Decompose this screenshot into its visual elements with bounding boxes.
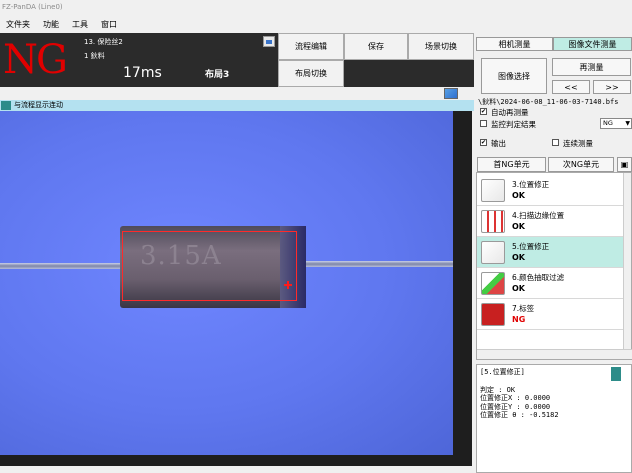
viewer-bottom-bar <box>0 455 453 466</box>
image-toolbar <box>0 87 474 100</box>
next-image-button[interactable]: >> <box>593 80 631 94</box>
remeasure-button[interactable]: 再测量 <box>552 58 631 76</box>
scene-switch-button[interactable]: 场景切换 <box>408 33 474 60</box>
list-item[interactable]: 7.标签 NG <box>477 299 624 330</box>
window-title: FZ-PanDA (Line0) <box>0 0 632 15</box>
menu-window[interactable]: 窗口 <box>101 19 117 30</box>
image-viewer[interactable]: 3.15A <box>0 111 472 466</box>
edge-scan-icon <box>481 210 505 233</box>
list-item[interactable]: 5.位置修正 OK <box>477 237 624 268</box>
camera-image: 3.15A <box>0 111 453 455</box>
save-button[interactable]: 保存 <box>344 33 408 60</box>
window-color-icon <box>1 101 11 110</box>
scene-name: 13. 保险丝2 <box>84 38 123 46</box>
lead-wire-right <box>300 261 453 267</box>
viewer-scroll-area <box>453 111 472 455</box>
position-correction-icon <box>481 241 505 264</box>
detail-header: [5.位置修正] <box>480 368 525 376</box>
scene-number: 1 鈥料 <box>84 52 105 60</box>
continuous-label: 连续测量 <box>563 139 593 148</box>
layout-switch-button[interactable]: 布局切换 <box>278 60 344 87</box>
prev-image-button[interactable]: << <box>552 80 590 94</box>
measurement-region <box>122 231 297 301</box>
detail-panel: [5.位置修正] 判定 : OK 位置修正X : 0.0000 位置修正Y : … <box>476 364 632 473</box>
output-checkbox[interactable]: ✔ <box>480 139 487 146</box>
tab-camera-measure[interactable]: 相机测量 <box>476 37 553 51</box>
image-select-button[interactable]: 图像选择 <box>481 58 547 94</box>
flow-edit-button[interactable]: 流程编辑 <box>278 33 344 60</box>
first-ng-unit-button[interactable]: 首NG单元 <box>477 157 546 172</box>
menu-bar: 文件夹 功能 工具 窗口 <box>0 15 632 33</box>
image-display-icon[interactable] <box>263 36 275 47</box>
next-ng-unit-button[interactable]: 次NG单元 <box>548 157 614 172</box>
list-item[interactable]: 6.颜色抽取过滤 OK <box>477 268 624 299</box>
detail-pos-x: 位置修正X : 0.0000 <box>480 394 551 402</box>
zoom-icon[interactable] <box>444 88 458 99</box>
image-window-title: 与流程显示连动 <box>0 100 474 111</box>
color-filter-icon <box>481 272 505 295</box>
unit-list-scrollbar[interactable] <box>623 173 631 349</box>
detail-scrollbar[interactable] <box>611 367 621 381</box>
layout-label: 布局3 <box>205 70 230 80</box>
monitor-result-select[interactable]: NG <box>600 118 632 129</box>
image-window-label: 与流程显示连动 <box>14 101 63 109</box>
detail-pos-theta: 位置修正 θ : -0.5182 <box>480 411 559 419</box>
position-marker <box>284 281 292 289</box>
judgement-indicator: NG <box>3 37 68 83</box>
menu-tools[interactable]: 工具 <box>72 19 88 30</box>
unit-list[interactable]: 3.位置修正 OK 4.扫描边缘位置 OK 5.位置修正 OK 6.颜色抽取过滤… <box>476 172 632 360</box>
output-label: 输出 <box>491 139 506 148</box>
position-correction-icon <box>481 179 505 202</box>
label-icon <box>481 303 505 326</box>
list-item[interactable]: 4.扫描边缘位置 OK <box>477 206 624 237</box>
unit-list-hscrollbar[interactable] <box>477 349 632 359</box>
tab-image-file-measure[interactable]: 图像文件测量 <box>553 37 632 51</box>
detail-judge: 判定 : OK <box>480 385 516 394</box>
copy-icon[interactable]: ▣ <box>617 157 632 172</box>
monitor-result-checkbox[interactable] <box>480 120 487 127</box>
toolbar-blank <box>344 60 474 87</box>
processing-time: 17ms <box>123 65 162 81</box>
menu-folder[interactable]: 文件夹 <box>6 19 30 30</box>
auto-remeasure-checkbox[interactable]: ✔ <box>480 108 487 115</box>
monitor-result-label: 监控判定结果 <box>491 120 536 129</box>
status-panel: NG 13. 保险丝2 1 鈥料 17ms 布局3 <box>0 33 278 87</box>
detail-pos-y: 位置修正Y : 0.0000 <box>480 402 551 411</box>
continuous-checkbox[interactable] <box>552 139 559 146</box>
menu-function[interactable]: 功能 <box>43 19 59 30</box>
list-item[interactable]: 3.位置修正 OK <box>477 175 624 206</box>
lead-wire-left <box>0 263 125 269</box>
image-file-path: \鈥料\2024-06-08_11-06-03-7140.bfs <box>478 98 619 106</box>
auto-remeasure-label: 自动再测量 <box>491 108 529 117</box>
